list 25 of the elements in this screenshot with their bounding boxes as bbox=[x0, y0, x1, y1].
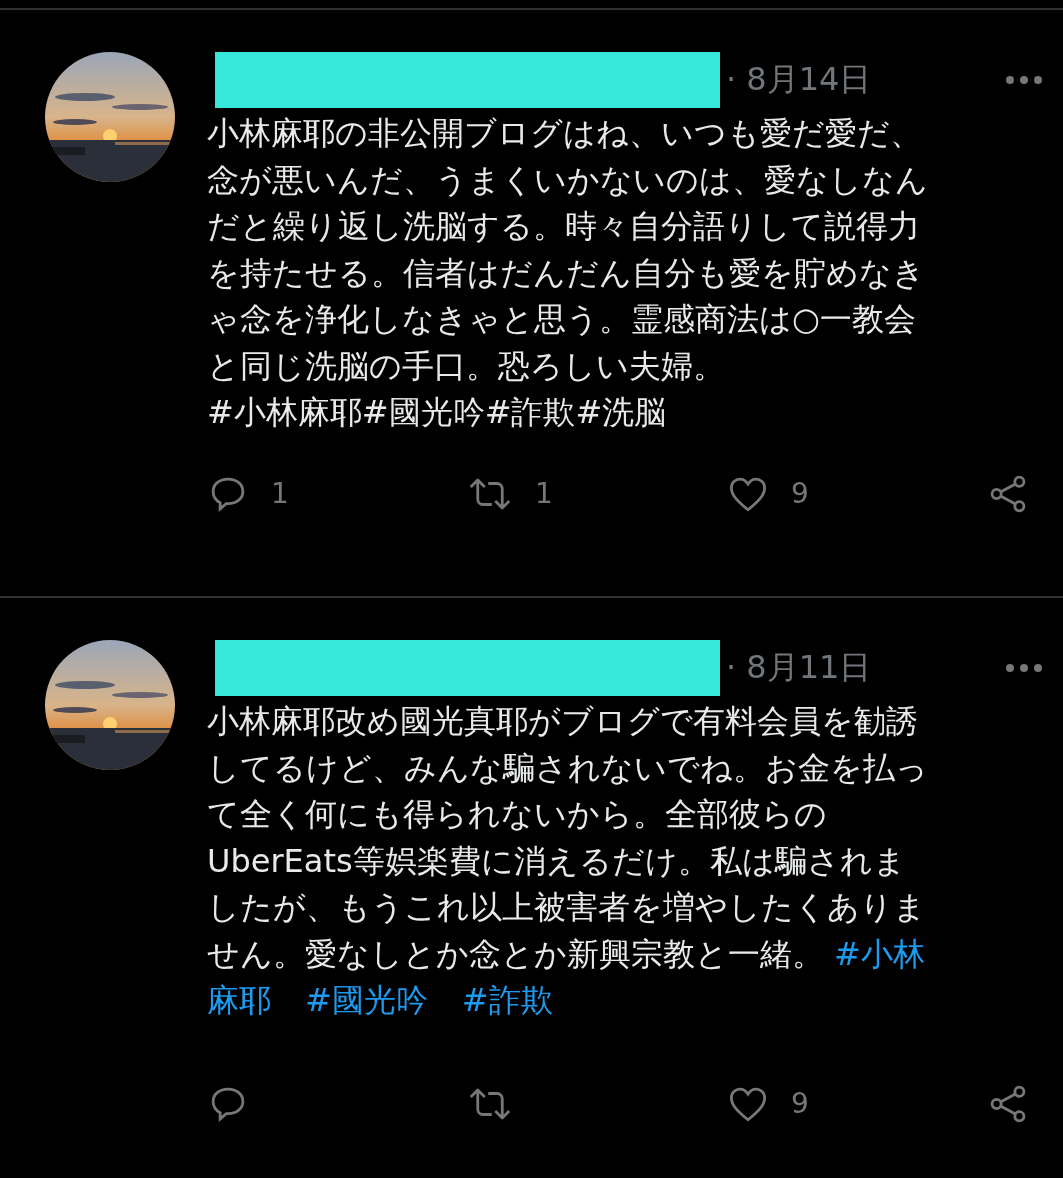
tweet-text-line: せん。愛なしとか念とか新興宗教と一緒。 bbox=[207, 933, 824, 975]
hashtag-link[interactable]: #國光吟 bbox=[305, 977, 428, 1024]
tweet-text-line: 念が悪いんだ、うまくいかないのは、愛なしなん bbox=[207, 159, 928, 201]
more-icon[interactable] bbox=[1005, 75, 1043, 85]
tweet-date: · 8月14日 bbox=[726, 59, 872, 100]
tweet-text-line: 小林麻耶の非公開ブログはね、いつも愛だ愛だ、 bbox=[207, 113, 922, 154]
tweet-text-line: を持たせる。信者はだんだん自分も愛を貯めなき bbox=[207, 252, 925, 294]
hashtag-link[interactable]: 麻耶 bbox=[207, 977, 271, 1024]
tweet-text-line: したが、もうこれ以上被害者を増やしたくありま bbox=[207, 887, 926, 928]
more-icon[interactable] bbox=[1005, 663, 1043, 673]
reply-count: 1 bbox=[271, 477, 289, 510]
tweet-text-line: 小林麻耶改め國光真耶がブログで有料会員を勧誘 bbox=[207, 701, 918, 742]
tweet-text-line: て全く何にも得られないから。全部彼らの bbox=[207, 794, 827, 835]
tweet-text-line: だと繰り返し洗脳する。時々自分語りして説得力 bbox=[207, 206, 920, 247]
hashtag-link[interactable]: #詐欺 bbox=[461, 977, 553, 1024]
tweet-text-line: #小林麻耶#國光吟#詐欺#洗脳 bbox=[207, 392, 667, 433]
tweet-text-line: してるけど、みんな騙されないでね。お金を払っ bbox=[207, 747, 928, 789]
tweet-text-line: と同じ洗脳の手口。恐ろしい夫婦。 bbox=[207, 345, 725, 387]
like-count: 9 bbox=[791, 477, 809, 510]
tweet-text-line: UberEats等娯楽費に消えるだけ。私は騙されま bbox=[207, 840, 906, 882]
tweet-date: · 8月11日 bbox=[726, 647, 872, 688]
like-count: 9 bbox=[791, 1087, 809, 1120]
hashtag-link[interactable]: #小林 bbox=[834, 930, 925, 977]
tweet-text-line: ゃ念を浄化しなきゃと思う。霊感商法は○一教会 bbox=[207, 299, 916, 340]
retweet-count: 1 bbox=[535, 477, 553, 510]
